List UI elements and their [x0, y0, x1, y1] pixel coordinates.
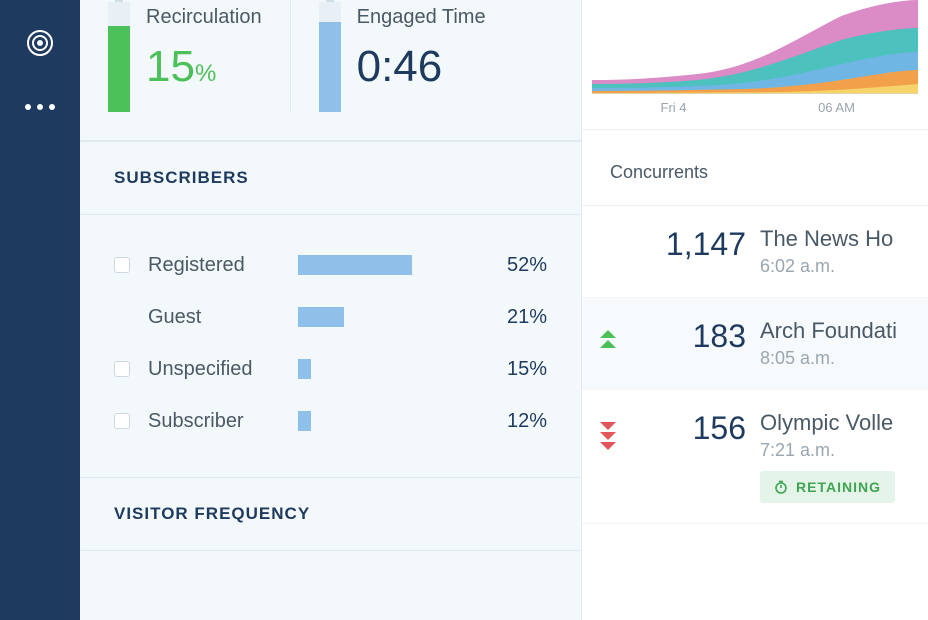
article-concurrents: 156 [636, 410, 746, 447]
xaxis-tick: Fri 4 [592, 100, 755, 115]
subscriber-bar [298, 411, 448, 431]
subscriber-label: Unspecified [148, 358, 298, 381]
article-time: 6:02 a.m. [760, 256, 928, 277]
subscriber-pct: 52% [507, 254, 547, 277]
subscriber-pct: 15% [507, 358, 547, 381]
xaxis-tick: 06 AM [755, 100, 918, 115]
checkbox-icon[interactable] [114, 361, 130, 377]
checkbox-icon[interactable] [114, 257, 130, 273]
subscriber-pct: 12% [507, 410, 547, 433]
concurrents-header: Concurrents [582, 136, 928, 206]
visitor-frequency-header: VISITOR FREQUENCY [80, 477, 581, 551]
subscriber-label: Subscriber [148, 410, 298, 433]
trend-up-icon [594, 328, 622, 352]
concurrents-list: 1,147 The News Ho 6:02 a.m. 183 Arch Foundat… [582, 206, 928, 524]
article-row[interactable]: 183 Arch Foundati 8:05 a.m. [582, 298, 928, 390]
engaged-bar [319, 2, 341, 112]
article-row[interactable]: 156 Olympic Volle 7:21 a.m. RETAINING [582, 390, 928, 524]
engaged-value: 0:46 [357, 45, 486, 89]
sidebar [0, 0, 80, 620]
article-title: The News Ho [760, 226, 928, 252]
subscriber-row[interactable]: Registered 52% [114, 239, 547, 291]
left-panel: Recirculation 15% Engaged Time 0:46 SUBS… [80, 0, 582, 620]
more-icon[interactable] [25, 104, 55, 110]
metric-engaged-time: Engaged Time 0:46 [290, 0, 514, 112]
article-concurrents: 1,147 [636, 226, 746, 263]
article-title: Arch Foundati [760, 318, 928, 344]
trend-down-icon [594, 420, 622, 450]
traffic-chart: Fri 4 06 AM [582, 0, 928, 130]
subscriber-bar [298, 359, 448, 379]
article-row[interactable]: 1,147 The News Ho 6:02 a.m. [582, 206, 928, 298]
right-panel: Fri 4 06 AM Concurrents 1,147 The News Ho… [582, 0, 928, 620]
area-chart-svg [592, 0, 918, 94]
subscriber-bar [298, 255, 448, 275]
subscriber-label: Guest [148, 306, 298, 329]
checkbox-icon[interactable] [114, 413, 130, 429]
subscriber-row[interactable]: Unspecified 15% [114, 343, 547, 395]
subscriber-row[interactable]: Subscriber 12% [114, 395, 547, 447]
article-time: 8:05 a.m. [760, 348, 928, 369]
article-concurrents: 183 [636, 318, 746, 355]
subscriber-row[interactable]: Guest 21% [114, 291, 547, 343]
recirculation-value: 15% [146, 45, 262, 89]
subscriber-pct: 21% [507, 306, 547, 329]
article-time: 7:21 a.m. [760, 440, 928, 461]
recirculation-label: Recirculation [146, 6, 262, 29]
subscriber-bar [298, 307, 448, 327]
retaining-badge: RETAINING [760, 471, 895, 503]
metrics-row: Recirculation 15% Engaged Time 0:46 [80, 0, 581, 141]
article-title: Olympic Volle [760, 410, 928, 436]
subscribers-header: SUBSCRIBERS [80, 141, 581, 215]
stopwatch-icon [774, 480, 788, 494]
metric-recirculation: Recirculation 15% [80, 0, 290, 112]
chart-xaxis: Fri 4 06 AM [592, 94, 918, 115]
target-icon[interactable] [25, 28, 55, 58]
recirculation-bar [108, 2, 130, 112]
subscriber-label: Registered [148, 254, 298, 277]
subscribers-list: Registered 52% Guest 21% Unspecified 15% Subsc… [80, 215, 581, 477]
engaged-label: Engaged Time [357, 6, 486, 29]
